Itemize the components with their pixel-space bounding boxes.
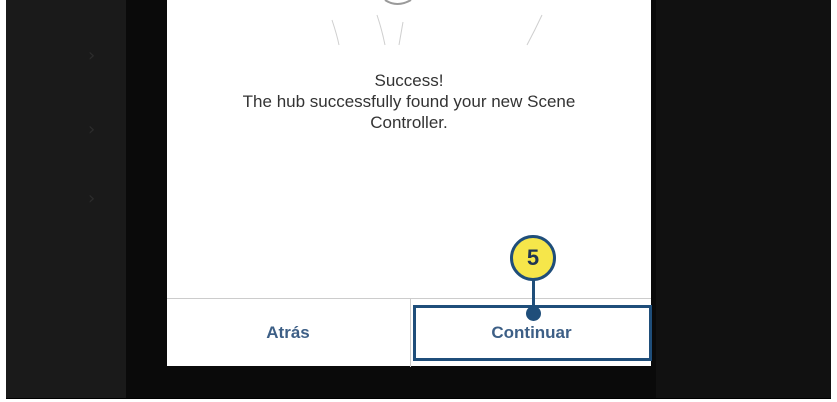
dialog-message-line2: Controller.	[370, 113, 448, 132]
step-number-badge: 5	[510, 235, 556, 281]
chevron-right-icon: ›	[88, 45, 96, 66]
background-list-panel: › › ›	[6, 0, 126, 398]
dialog-message-line1: The hub successfully found your new Scen…	[242, 92, 576, 111]
dialog-title: Success!	[374, 71, 444, 90]
success-dialog: Success! The hub successfully found your…	[167, 0, 651, 367]
callout-pointer-dot	[526, 306, 541, 321]
background-right-panel	[656, 0, 831, 398]
back-button[interactable]: Atrás	[167, 299, 409, 367]
device-illustration	[331, 0, 543, 46]
chevron-right-icon: ›	[88, 119, 96, 140]
dialog-button-row: Atrás Continuar	[167, 298, 651, 367]
chevron-right-icon: ›	[88, 188, 96, 209]
dialog-message: Success! The hub successfully found your…	[167, 70, 651, 133]
